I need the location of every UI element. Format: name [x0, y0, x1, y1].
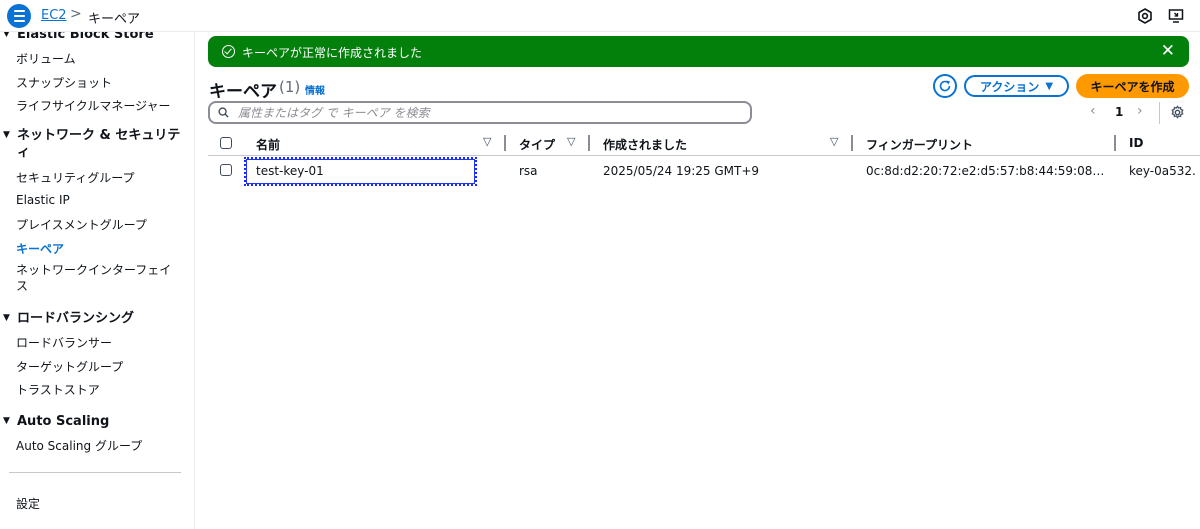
sort-down-icon[interactable]: ▽: [830, 135, 838, 148]
column-resizer[interactable]: [1114, 135, 1116, 151]
column-header-created[interactable]: 作成されました: [603, 136, 687, 153]
search-box: [208, 101, 752, 124]
sidebar-section-ebs[interactable]: ▼ Elastic Block Store: [3, 32, 182, 43]
refresh-button[interactable]: [933, 74, 957, 98]
breadcrumb-current: キーペア: [88, 12, 141, 27]
pagination-page-number[interactable]: 1: [1115, 105, 1123, 119]
cell-name[interactable]: test-key-01: [256, 164, 471, 178]
actions-dropdown-button[interactable]: アクション ▼: [964, 75, 1069, 97]
notifications-hexagon-icon[interactable]: [1137, 8, 1153, 24]
sidebar-item-settings[interactable]: 設定: [16, 495, 40, 512]
pagination-next-icon[interactable]: ›: [1137, 103, 1143, 119]
sidebar-section-auto-scaling[interactable]: ▼ Auto Scaling: [3, 413, 182, 430]
sidebar-item-load-balancers[interactable]: ロードバランサー: [16, 334, 112, 351]
refresh-icon: [939, 80, 951, 92]
sort-down-icon[interactable]: ▽: [567, 135, 575, 148]
sidebar-item-volumes[interactable]: ボリューム: [16, 50, 76, 67]
sort-down-icon[interactable]: ▽: [483, 135, 491, 148]
info-link[interactable]: 情報: [305, 82, 325, 97]
success-check-icon: [222, 45, 235, 58]
caret-down-icon: ▼: [3, 130, 10, 140]
column-header-name[interactable]: 名前: [256, 136, 280, 153]
column-header-type[interactable]: タイプ: [519, 136, 555, 153]
menu-icon[interactable]: [7, 4, 31, 28]
caret-down-icon: ▼: [1045, 80, 1054, 92]
sidebar-item-lifecycle-manager[interactable]: ライフサイクルマネージャー: [16, 97, 171, 114]
actions-label: アクション: [979, 79, 1040, 94]
gear-icon[interactable]: [1170, 105, 1185, 120]
item-count: (1): [279, 78, 301, 96]
sidebar-item-placement-groups[interactable]: プレイスメントグループ: [16, 216, 147, 233]
breadcrumb-ec2-link[interactable]: EC2: [41, 8, 67, 23]
cell-id: key-0a532.: [1129, 164, 1196, 178]
cell-created: 2025/05/24 19:25 GMT+9: [603, 164, 760, 178]
sidebar-divider: [9, 472, 181, 473]
breadcrumb-separator-icon: >: [70, 6, 82, 22]
search-input[interactable]: [238, 104, 738, 122]
sidebar-section-network-security[interactable]: ▼ ネットワーク & セキュリティ: [3, 127, 182, 161]
sidebar-item-elastic-ip[interactable]: Elastic IP: [16, 193, 70, 207]
sidebar-item-network-interfaces[interactable]: ネットワークインターフェイス: [16, 262, 176, 294]
sidebar-item-auto-scaling-groups[interactable]: Auto Scaling グループ: [16, 437, 142, 454]
sidebar-item-target-groups[interactable]: ターゲットグループ: [16, 358, 123, 375]
column-resizer[interactable]: [588, 135, 590, 151]
caret-down-icon: ▼: [3, 313, 10, 323]
sidebar-navigation: ▼ Elastic Block Store ボリューム スナップショット ライフ…: [0, 32, 195, 529]
select-all-checkbox[interactable]: [220, 137, 232, 149]
table-header: 名前 ▽ タイプ ▽ 作成されました ▽ フィンガープリント ID: [208, 132, 1200, 156]
close-icon[interactable]: ✕: [1161, 41, 1175, 61]
success-flash-banner: キーペアが正常に作成されました ✕: [208, 36, 1189, 67]
caret-down-icon: ▼: [3, 32, 10, 39]
cell-type: rsa: [519, 164, 538, 178]
sidebar-item-security-groups[interactable]: セキュリティグループ: [16, 169, 135, 186]
column-header-fingerprint[interactable]: フィンガープリント: [866, 136, 973, 153]
table-row[interactable]: test-key-01 rsa 2025/05/24 19:25 GMT+9 0…: [208, 157, 1200, 187]
pagination-prev-icon[interactable]: ‹: [1090, 103, 1096, 119]
sidebar-item-key-pairs[interactable]: キーペア: [16, 240, 64, 257]
top-navigation-bar: EC2 > キーペア: [0, 0, 1200, 32]
feedback-screen-icon[interactable]: [1168, 8, 1184, 24]
column-resizer[interactable]: [851, 135, 853, 151]
sidebar-item-snapshots[interactable]: スナップショット: [16, 74, 112, 91]
caret-down-icon: ▼: [3, 416, 10, 426]
cell-fingerprint: 0c:8d:d2:20:72:e2:d5:57:b8:44:59:08:b2:0…: [866, 164, 1106, 178]
row-select-checkbox[interactable]: [220, 164, 232, 176]
create-key-pair-button[interactable]: キーペアを作成: [1076, 74, 1189, 98]
search-icon: [218, 107, 229, 118]
flash-message: キーペアが正常に作成されました: [242, 46, 423, 60]
column-resizer[interactable]: [504, 135, 506, 151]
sidebar-item-trust-stores[interactable]: トラストストア: [16, 381, 100, 398]
sidebar-section-load-balancing[interactable]: ▼ ロードバランシング: [3, 310, 182, 327]
page-title: キーペア: [209, 82, 277, 102]
pagination-divider: [1159, 102, 1160, 124]
column-header-id[interactable]: ID: [1129, 136, 1143, 150]
